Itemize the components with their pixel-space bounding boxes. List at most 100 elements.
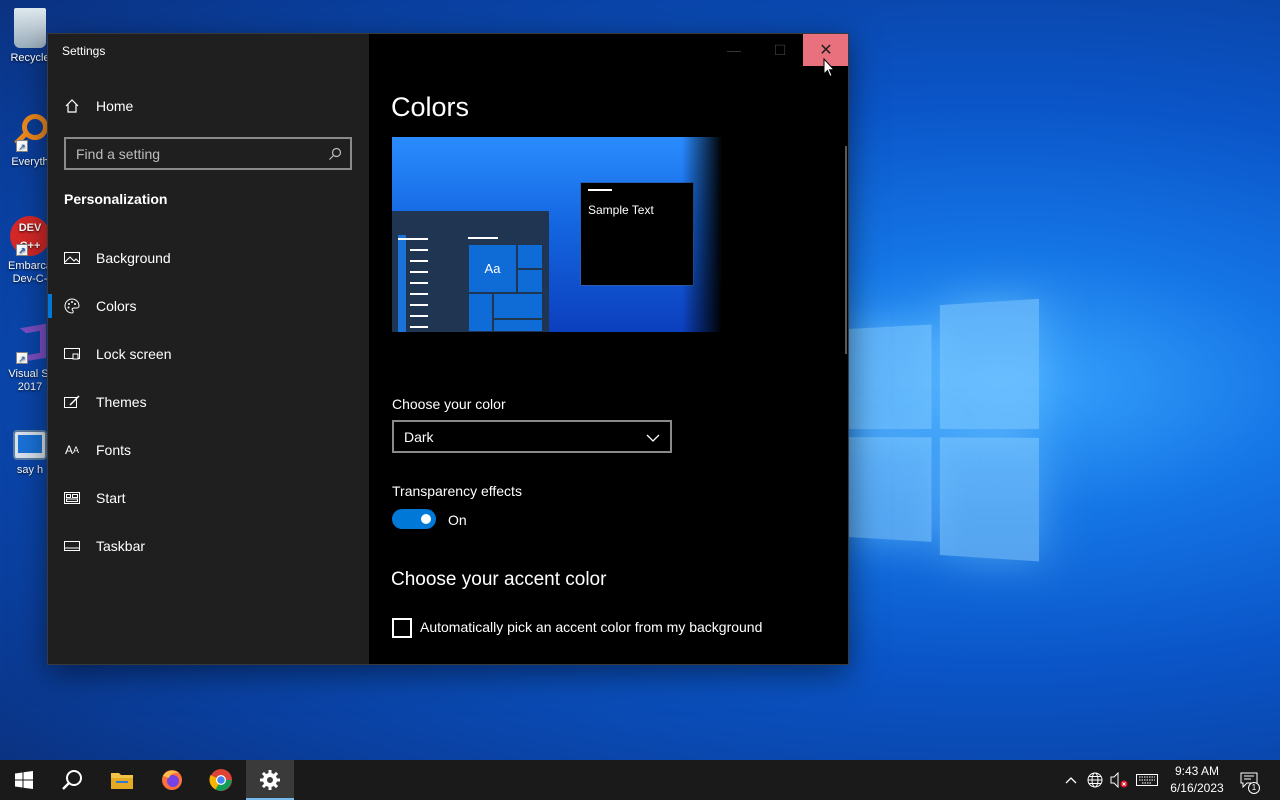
chevron-down-icon bbox=[646, 429, 660, 445]
preview-stripe bbox=[398, 235, 406, 332]
sidebar-item-taskbar[interactable]: Taskbar bbox=[48, 522, 369, 570]
search-icon bbox=[62, 770, 82, 790]
toggle-knob bbox=[421, 514, 431, 524]
preview-line bbox=[588, 189, 612, 191]
wallpaper-windows-logo bbox=[848, 292, 1042, 566]
firefox-button[interactable] bbox=[148, 760, 196, 800]
chrome-button[interactable] bbox=[197, 760, 245, 800]
search-input[interactable] bbox=[66, 139, 320, 168]
picture-icon bbox=[64, 251, 80, 265]
notification-count: 1 bbox=[1248, 782, 1260, 794]
preview-line bbox=[468, 237, 498, 239]
settings-taskbar-button[interactable] bbox=[246, 760, 294, 800]
transparency-state: On bbox=[448, 512, 467, 528]
sidebar-item-colors[interactable]: Colors bbox=[48, 282, 369, 330]
action-center-button[interactable]: 1 bbox=[1236, 760, 1262, 800]
clock-date: 6/16/2023 bbox=[1170, 781, 1224, 795]
gear-icon bbox=[260, 770, 280, 790]
sidebar-item-lock-screen[interactable]: Lock screen bbox=[48, 330, 369, 378]
start-button[interactable] bbox=[0, 760, 48, 800]
search-icon[interactable] bbox=[320, 147, 350, 161]
preview-line bbox=[398, 238, 428, 240]
mouse-cursor-icon bbox=[823, 58, 835, 78]
theme-preview: Aa Sample Text bbox=[392, 137, 722, 332]
settings-content: Colors Aa Sample Text Choose your color … bbox=[369, 34, 848, 664]
firefox-icon bbox=[162, 770, 182, 790]
preview-line bbox=[410, 304, 428, 306]
desktop-icon-label: say h bbox=[16, 464, 44, 476]
dev-cpp-icon: DEV C++ ↗ bbox=[10, 216, 50, 256]
auto-accent-label[interactable]: Automatically pick an accent color from … bbox=[420, 619, 762, 635]
chevron-up-icon bbox=[1065, 777, 1077, 784]
home-icon bbox=[64, 98, 80, 114]
desktop-icon-label: Embarca Dev-C- bbox=[7, 260, 53, 285]
settings-sidebar: Settings Home Personalization Background bbox=[48, 34, 369, 664]
sidebar-item-themes[interactable]: Themes bbox=[48, 378, 369, 426]
shortcut-arrow-icon: ↗ bbox=[16, 244, 28, 256]
visual-studio-icon: ↗ bbox=[10, 323, 50, 364]
volume-muted-icon bbox=[1110, 772, 1128, 788]
preview-line bbox=[410, 282, 428, 284]
maximize-button[interactable]: ☐ bbox=[757, 34, 803, 66]
window-title: Settings bbox=[62, 44, 106, 58]
font-icon: AA bbox=[64, 443, 80, 457]
network-tray-button[interactable] bbox=[1084, 760, 1106, 800]
recycle-bin-icon bbox=[14, 8, 46, 48]
sidebar-item-label: Themes bbox=[96, 394, 147, 410]
minimize-icon: — bbox=[727, 42, 741, 58]
preview-line bbox=[410, 315, 428, 317]
preview-line bbox=[410, 249, 428, 251]
minimize-button[interactable]: — bbox=[711, 34, 757, 66]
show-hidden-icons-button[interactable] bbox=[1060, 760, 1082, 800]
choose-color-label: Choose your color bbox=[392, 396, 506, 412]
sidebar-item-label: Colors bbox=[96, 298, 137, 314]
preview-tile bbox=[517, 244, 543, 269]
folder-icon bbox=[111, 773, 133, 789]
page-title: Colors bbox=[391, 92, 470, 122]
volume-tray-button[interactable] bbox=[1108, 760, 1130, 800]
search-button[interactable] bbox=[48, 760, 96, 800]
lock-screen-icon bbox=[64, 347, 80, 361]
transparency-label: Transparency effects bbox=[392, 483, 522, 499]
preview-line bbox=[410, 271, 428, 273]
logo-pane bbox=[848, 324, 932, 429]
logo-pane bbox=[848, 437, 932, 542]
sidebar-home-link[interactable]: Home bbox=[64, 94, 133, 118]
keyboard-icon bbox=[1136, 774, 1158, 786]
content-scrollbar[interactable] bbox=[845, 146, 847, 354]
search-box[interactable] bbox=[64, 137, 352, 170]
transparency-toggle[interactable] bbox=[392, 509, 436, 529]
magnifier-icon: ↗ bbox=[10, 112, 50, 152]
choose-color-dropdown[interactable]: Dark bbox=[392, 420, 672, 453]
preview-tile bbox=[493, 293, 543, 319]
sidebar-section-title: Personalization bbox=[64, 191, 168, 207]
preview-line bbox=[410, 326, 428, 328]
preview-sample-window: Sample Text bbox=[580, 182, 694, 286]
preview-tile bbox=[493, 319, 543, 332]
sidebar-item-label: Taskbar bbox=[96, 538, 146, 554]
preview-sample-text: Sample Text bbox=[588, 203, 654, 217]
accent-color-heading: Choose your accent color bbox=[391, 569, 607, 590]
file-explorer-button[interactable] bbox=[98, 760, 146, 800]
taskbar: 9:43 AM 6/16/2023 1 bbox=[0, 760, 1280, 800]
brush-icon bbox=[64, 395, 80, 409]
windows-start-icon bbox=[15, 771, 33, 789]
shortcut-arrow-icon: ↗ bbox=[16, 352, 28, 364]
sidebar-item-label: Background bbox=[96, 250, 171, 266]
sidebar-item-fonts[interactable]: AA Fonts bbox=[48, 426, 369, 474]
taskbar-icon bbox=[64, 541, 80, 551]
sidebar-item-start[interactable]: Start bbox=[48, 474, 369, 522]
palette-icon bbox=[64, 298, 80, 314]
clock[interactable]: 9:43 AM 6/16/2023 bbox=[1160, 763, 1234, 797]
desktop-icon-label: Everyth bbox=[11, 156, 49, 168]
shortcut-arrow-icon: ↗ bbox=[16, 140, 28, 152]
globe-icon bbox=[1087, 772, 1103, 788]
touch-keyboard-button[interactable] bbox=[1134, 760, 1160, 800]
sidebar-item-background[interactable]: Background bbox=[48, 234, 369, 282]
auto-accent-checkbox[interactable] bbox=[392, 618, 412, 638]
preview-fade bbox=[682, 137, 722, 332]
preview-line bbox=[410, 293, 428, 295]
chrome-icon bbox=[209, 769, 232, 791]
sidebar-item-label: Fonts bbox=[96, 442, 132, 458]
preview-tile: Aa bbox=[468, 244, 517, 293]
